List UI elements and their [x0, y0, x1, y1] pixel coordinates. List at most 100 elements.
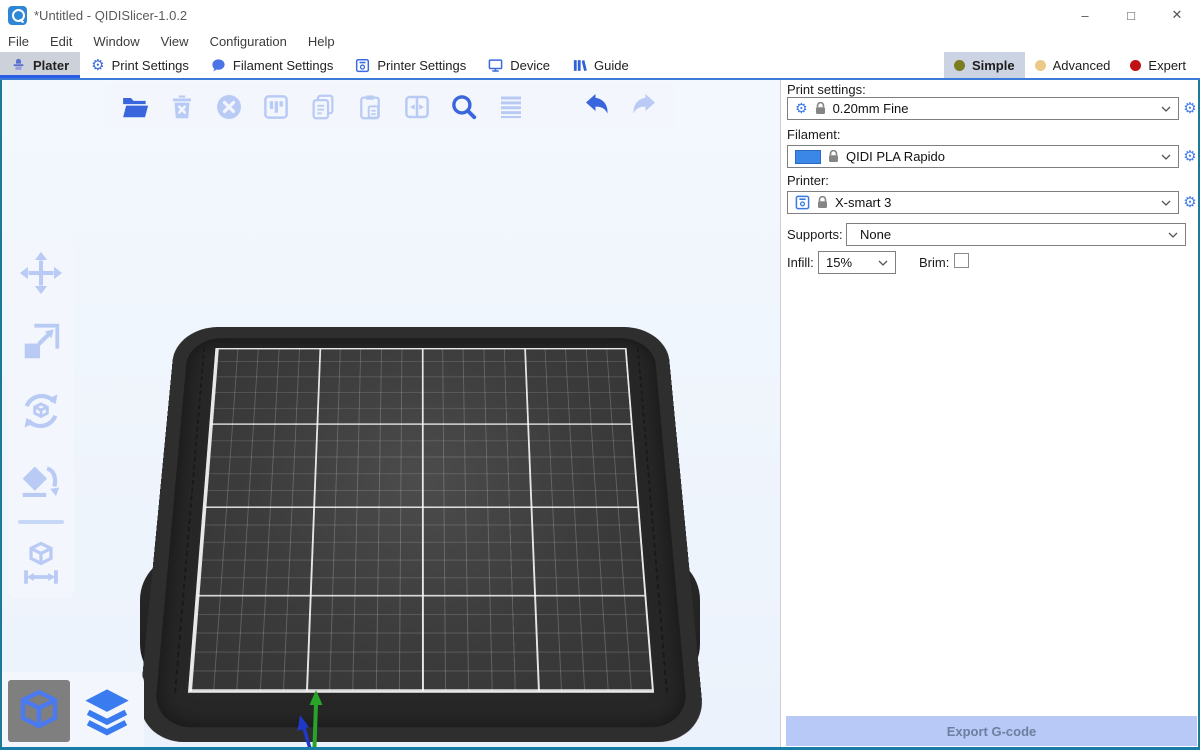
menu-bar: File Edit Window View Configuration Help	[0, 30, 1200, 52]
view-toggle-panel	[2, 672, 144, 750]
app-logo-icon	[8, 6, 27, 25]
3d-editor-cube-icon	[15, 687, 63, 735]
menu-help[interactable]: Help	[308, 34, 335, 49]
3d-viewport[interactable]	[0, 80, 780, 750]
tab-label: Guide	[594, 58, 629, 73]
menu-window[interactable]: Window	[93, 34, 139, 49]
tab-device[interactable]: Device	[477, 52, 561, 78]
close-button[interactable]: ✕	[1154, 0, 1200, 30]
tab-filament-settings[interactable]: Filament Settings	[200, 52, 344, 78]
menu-file[interactable]: File	[8, 34, 29, 49]
mode-label: Expert	[1148, 58, 1186, 73]
copy-icon	[308, 92, 338, 122]
paste-clipboard-icon	[355, 92, 385, 122]
delete-trash-icon	[167, 92, 197, 122]
gizmo-toolbar	[8, 236, 74, 598]
edit-print-settings-button[interactable]: ⚙	[1181, 99, 1199, 117]
chevron-down-icon	[1161, 200, 1171, 206]
filament-icon	[211, 58, 226, 73]
chevron-down-icon	[1161, 154, 1171, 160]
printer-value: X-smart 3	[835, 195, 891, 210]
mode-simple[interactable]: Simple	[944, 52, 1025, 78]
tab-label: Print Settings	[112, 58, 189, 73]
search-button[interactable]	[447, 90, 481, 124]
scale-icon	[18, 319, 64, 365]
tab-label: Printer Settings	[377, 58, 466, 73]
variable-layer-height-button[interactable]	[494, 90, 528, 124]
copy-button[interactable]	[306, 90, 340, 124]
guide-books-icon	[572, 58, 587, 73]
split-icon	[402, 92, 432, 122]
chevron-down-icon	[1161, 106, 1171, 112]
axes-indicator	[294, 610, 394, 750]
rotate-button[interactable]	[18, 388, 64, 434]
rotate-icon	[18, 388, 64, 434]
scale-button[interactable]	[18, 319, 64, 365]
lock-icon	[817, 196, 828, 209]
expert-mode-dot-icon	[1130, 60, 1141, 71]
redo-button[interactable]	[627, 90, 661, 124]
supports-combo[interactable]: None	[846, 223, 1186, 246]
menu-configuration[interactable]: Configuration	[210, 34, 287, 49]
scale-to-fit-button[interactable]	[18, 540, 64, 586]
export-gcode-button[interactable]: Export G-code	[786, 716, 1197, 746]
chevron-down-icon	[878, 260, 888, 266]
tab-guide[interactable]: Guide	[561, 52, 640, 78]
edit-filament-button[interactable]: ⚙	[1181, 147, 1199, 165]
delete-button[interactable]	[165, 90, 199, 124]
infill-combo[interactable]: 15%	[818, 251, 896, 274]
preview-layers-view-button[interactable]	[77, 680, 139, 742]
filament-color-swatch	[795, 150, 821, 164]
menu-edit[interactable]: Edit	[50, 34, 72, 49]
split-button[interactable]	[400, 90, 434, 124]
print-settings-combo[interactable]: ⚙ 0.20mm Fine	[787, 97, 1179, 120]
plater-icon	[11, 58, 26, 73]
edit-printer-button[interactable]: ⚙	[1181, 193, 1199, 211]
delete-all-button[interactable]	[212, 90, 246, 124]
infill-value: 15%	[826, 255, 852, 270]
print-settings-label: Print settings:	[787, 82, 866, 97]
lock-icon	[815, 102, 826, 115]
arrange-button[interactable]	[259, 90, 293, 124]
tab-print-settings[interactable]: ⚙ Print Settings	[80, 52, 200, 78]
tab-bar: Plater ⚙ Print Settings Filament Setting…	[0, 52, 1200, 80]
maximize-button[interactable]: □	[1108, 0, 1154, 30]
open-button[interactable]	[118, 90, 152, 124]
arrange-icon	[261, 92, 291, 122]
brim-checkbox[interactable]	[954, 253, 969, 268]
tab-label: Plater	[33, 58, 69, 73]
supports-value: None	[860, 227, 891, 242]
tab-printer-settings[interactable]: Printer Settings	[344, 52, 477, 78]
delete-all-icon	[214, 92, 244, 122]
paste-button[interactable]	[353, 90, 387, 124]
minimize-button[interactable]: –	[1062, 0, 1108, 30]
layer-list-icon	[496, 92, 526, 122]
preview-layers-icon	[81, 685, 133, 737]
printer-label: Printer:	[787, 173, 829, 188]
gear-icon: ⚙	[795, 102, 808, 116]
mode-advanced[interactable]: Advanced	[1025, 52, 1121, 78]
mode-expert[interactable]: Expert	[1120, 52, 1196, 78]
sidebar-panel: Print settings: ⚙ 0.20mm Fine ⚙ Filament…	[780, 80, 1200, 750]
menu-view[interactable]: View	[161, 34, 189, 49]
undo-icon	[582, 92, 612, 122]
tab-plater[interactable]: Plater	[0, 52, 80, 78]
move-button[interactable]	[18, 250, 64, 296]
title-bar: *Untitled - QIDISlicer-1.0.2 – □ ✕	[0, 0, 1200, 30]
redo-icon	[629, 92, 659, 122]
lock-icon	[828, 150, 839, 163]
scale-to-fit-icon	[18, 540, 64, 586]
printer-combo[interactable]: X-smart 3	[787, 191, 1179, 214]
bed-top	[136, 327, 706, 742]
place-on-face-button[interactable]	[18, 457, 64, 503]
print-settings-value: 0.20mm Fine	[833, 101, 909, 116]
chevron-down-icon	[1168, 232, 1178, 238]
filament-value: QIDI PLA Rapido	[846, 149, 945, 164]
search-icon	[449, 92, 479, 122]
undo-button[interactable]	[580, 90, 614, 124]
infill-label: Infill:	[787, 255, 814, 270]
gear-icon: ⚙	[91, 58, 104, 73]
3d-editor-view-button[interactable]	[8, 680, 70, 742]
place-on-face-icon	[18, 457, 64, 503]
filament-combo[interactable]: QIDI PLA Rapido	[787, 145, 1179, 168]
